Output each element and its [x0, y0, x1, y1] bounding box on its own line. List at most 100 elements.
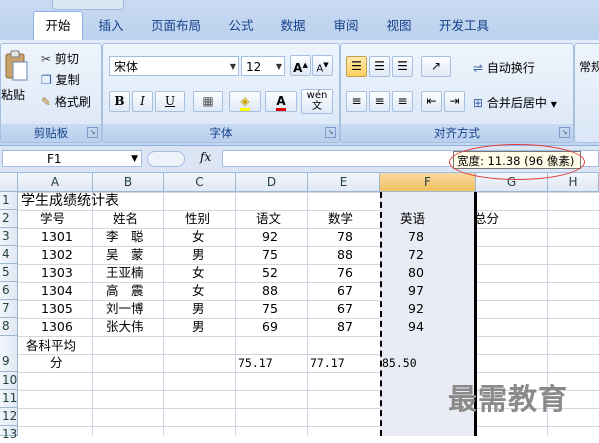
row-header-12[interactable]: 12 [0, 408, 18, 426]
tab-insert[interactable]: 插入 [90, 12, 132, 40]
decrease-indent-button[interactable]: ⇤ [421, 91, 442, 112]
row-header-6[interactable]: 6 [0, 282, 18, 300]
row-header-10[interactable]: 10 [0, 372, 18, 390]
table-cell[interactable]: 1303 [41, 264, 73, 282]
table-cell[interactable]: 王亚楠 [106, 264, 144, 282]
underline-button[interactable]: U [155, 91, 185, 112]
orientation-button[interactable]: ↗ [421, 56, 451, 77]
font-dialog-launcher[interactable]: ↘ [325, 127, 336, 138]
fill-color-button[interactable]: ◈ [229, 91, 261, 112]
italic-button[interactable]: I [132, 91, 153, 112]
paste-icon[interactable] [3, 50, 29, 82]
alignment-dialog-launcher[interactable]: ↘ [559, 127, 570, 138]
clipboard-dialog-launcher[interactable]: ↘ [87, 127, 98, 138]
average-math-cell[interactable]: 77.17 [310, 354, 345, 372]
align-center-button[interactable]: ≡ [369, 91, 390, 112]
table-cell[interactable]: 72 [408, 246, 424, 264]
table-cell[interactable]: 78 [337, 228, 353, 246]
table-cell[interactable]: 李 聪 [106, 228, 144, 246]
select-all-corner[interactable] [0, 173, 18, 192]
font-name-combo[interactable]: 宋体 ▼ [109, 56, 239, 76]
align-bottom-button[interactable]: ☰ [392, 56, 413, 77]
header-cell-english[interactable]: 英语 [400, 210, 425, 228]
row-header-8[interactable]: 8 [0, 318, 18, 336]
column-header-e[interactable]: E [308, 173, 380, 192]
table-cell[interactable]: 1302 [41, 246, 73, 264]
phonetic-guide-button[interactable]: wén 文 [301, 89, 333, 114]
table-cell[interactable]: 女 [192, 264, 205, 282]
table-cell[interactable]: 男 [192, 246, 205, 264]
column-header-c[interactable]: C [164, 173, 236, 192]
row-header-2[interactable]: 2 [0, 210, 18, 228]
average-chinese-cell[interactable]: 75.17 [238, 354, 273, 372]
table-cell[interactable]: 92 [262, 228, 278, 246]
table-cell[interactable]: 刘一博 [106, 300, 144, 318]
table-cell[interactable]: 94 [408, 318, 424, 336]
wrap-text-button[interactable]: ⇌ 自动换行 [473, 59, 535, 76]
column-header-f[interactable]: F [380, 173, 476, 192]
table-cell[interactable]: 高 震 [106, 282, 144, 300]
row-header-9[interactable]: 9 [0, 336, 18, 372]
table-cell[interactable]: 75 [262, 246, 278, 264]
font-size-combo[interactable]: 12 ▼ [241, 56, 285, 76]
shrink-font-button[interactable]: A▼ [312, 55, 333, 76]
table-cell[interactable]: 75 [262, 300, 278, 318]
tab-formulas[interactable]: 公式 [220, 12, 262, 40]
table-cell[interactable]: 男 [192, 318, 205, 336]
align-right-button[interactable]: ≡ [392, 91, 413, 112]
copy-button[interactable]: ❐ 复制 [41, 71, 80, 88]
align-top-button[interactable]: ☰ [346, 56, 367, 77]
table-cell[interactable]: 92 [408, 300, 424, 318]
font-color-button[interactable]: A [265, 91, 297, 112]
name-box[interactable]: F1 ▼ [2, 150, 142, 167]
header-cell-total[interactable]: 总分 [474, 210, 499, 228]
align-middle-button[interactable]: ☰ [369, 56, 390, 77]
table-cell[interactable]: 87 [337, 318, 353, 336]
row-header-13[interactable]: 13 [0, 426, 18, 441]
row-header-4[interactable]: 4 [0, 246, 18, 264]
format-painter-button[interactable]: ✎ 格式刷 [41, 93, 91, 110]
table-cell[interactable]: 女 [192, 228, 205, 246]
table-cell[interactable]: 女 [192, 282, 205, 300]
column-header-b[interactable]: B [93, 173, 164, 192]
tab-view[interactable]: 视图 [378, 12, 420, 40]
row-header-3[interactable]: 3 [0, 228, 18, 246]
tab-data[interactable]: 数据 [272, 12, 314, 40]
number-format-combo[interactable]: 常规 [579, 58, 599, 75]
align-left-button[interactable]: ≡ [346, 91, 367, 112]
table-cell[interactable]: 1305 [41, 300, 73, 318]
insert-function-button[interactable]: fx [200, 150, 211, 164]
bold-button[interactable]: B [109, 91, 130, 112]
table-cell[interactable]: 1306 [41, 318, 73, 336]
header-cell-math[interactable]: 数学 [328, 210, 353, 228]
table-cell[interactable]: 男 [192, 300, 205, 318]
column-header-d[interactable]: D [236, 173, 308, 192]
table-cell[interactable]: 52 [262, 264, 278, 282]
row-header-5[interactable]: 5 [0, 264, 18, 282]
average-label-cell[interactable]: 各科平均 [26, 337, 76, 355]
header-cell-id[interactable]: 学号 [40, 210, 65, 228]
increase-indent-button[interactable]: ⇥ [444, 91, 465, 112]
header-cell-gender[interactable]: 性别 [185, 210, 210, 228]
table-cell[interactable]: 97 [408, 282, 424, 300]
merge-center-button[interactable]: ⊞ 合并后居中 ▼ [473, 94, 557, 111]
tab-home[interactable]: 开始 [33, 11, 83, 42]
header-cell-chinese[interactable]: 语文 [256, 210, 281, 228]
table-cell[interactable]: 1301 [41, 228, 73, 246]
borders-button[interactable]: ▦ [193, 91, 223, 112]
table-cell[interactable]: 67 [337, 300, 353, 318]
paste-button-label[interactable]: 粘贴 [1, 86, 25, 103]
row-header-1[interactable]: 1 [0, 192, 18, 210]
table-cell[interactable]: 67 [337, 282, 353, 300]
header-cell-name[interactable]: 姓名 [113, 210, 138, 228]
tab-developer[interactable]: 开发工具 [432, 12, 496, 40]
sheet-title-cell[interactable]: 学生成绩统计表 [21, 192, 119, 210]
cut-button[interactable]: ✂ 剪切 [41, 50, 79, 67]
grow-font-button[interactable]: A▲ [290, 55, 311, 76]
table-cell[interactable]: 76 [337, 264, 353, 282]
table-cell[interactable]: 1304 [41, 282, 73, 300]
tab-review[interactable]: 审阅 [325, 12, 367, 40]
table-cell[interactable]: 88 [337, 246, 353, 264]
column-header-a[interactable]: A [18, 173, 93, 192]
table-cell[interactable]: 88 [262, 282, 278, 300]
